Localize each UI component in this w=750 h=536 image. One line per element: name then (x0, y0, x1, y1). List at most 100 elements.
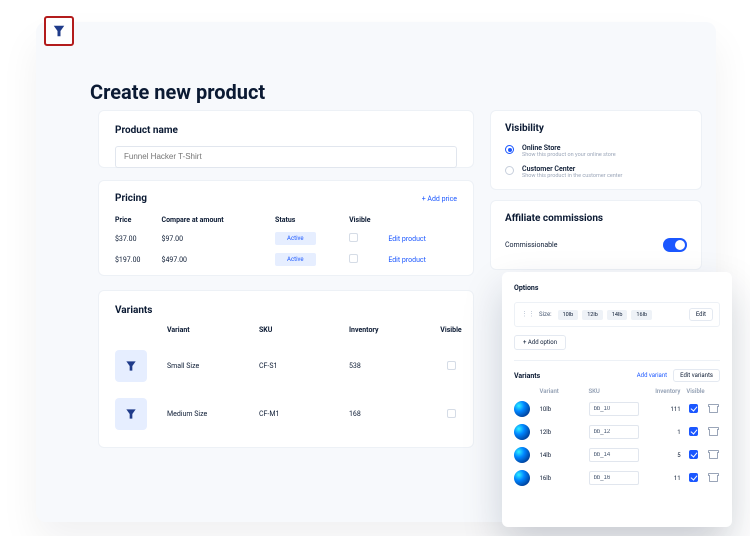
fv-variant-name: 12lb (540, 429, 583, 436)
fv-inventory: 11 (649, 475, 680, 482)
add-price-link[interactable]: + Add price (422, 195, 457, 203)
visible-col: Visible (349, 212, 388, 228)
fv-sku-col: SKU (588, 388, 643, 395)
compare-col: Compare at amount (162, 212, 276, 228)
fv-variant-name: 14lb (540, 452, 583, 459)
fv-sku-input[interactable] (589, 471, 639, 485)
funnel-icon (123, 358, 139, 374)
variant-thumb (115, 350, 147, 382)
visibility-option-desc: Show this product in the customer center (522, 173, 622, 180)
variant-inv: 538 (349, 362, 433, 370)
compare-value: $97.00 (162, 228, 276, 249)
price-value: $37.00 (115, 228, 162, 249)
product-name-card: Product name (98, 110, 474, 168)
add-option-button[interactable]: + Add option (514, 335, 566, 350)
funnel-icon (50, 22, 68, 40)
visibility-option-label: Customer Center (522, 165, 622, 173)
radio-selected-icon[interactable] (505, 145, 514, 154)
option-chip: 12lb (582, 310, 603, 320)
fv-variant-name: 16lb (540, 475, 583, 482)
price-row: $197.00 $497.00 Active Edit product (115, 249, 457, 270)
fv-visible-checkbox[interactable] (689, 450, 698, 459)
variant-sku: CF-M1 (259, 410, 349, 418)
option-key: Size: (539, 311, 552, 318)
trash-icon[interactable] (709, 473, 718, 482)
status-badge: Active (275, 253, 316, 266)
edit-product-link[interactable]: Edit product (388, 235, 426, 243)
fv-sku-input[interactable] (589, 448, 639, 462)
variant-sku: CF-S1 (259, 362, 349, 370)
funnel-icon (123, 406, 139, 422)
pricing-title: Pricing (115, 193, 147, 204)
fv-visible-checkbox[interactable] (689, 404, 698, 413)
fv-variant-col: Variant (540, 388, 583, 395)
trash-icon[interactable] (709, 427, 718, 436)
affiliate-card: Affiliate commissions Commissionable (490, 200, 702, 270)
float-variant-row: 14lb 5 (514, 447, 720, 463)
visibility-option[interactable]: Online Store Show this product on your o… (505, 144, 687, 159)
variant-col: Variant (167, 326, 259, 334)
status-col: Status (275, 212, 349, 228)
status-badge: Active (275, 232, 316, 245)
options-title: Options (514, 284, 720, 292)
add-variant-link[interactable]: Add variant (637, 372, 667, 379)
variants-card: Variants Variant SKU Inventory Visible S… (98, 290, 474, 448)
fv-inventory: 5 (649, 452, 680, 459)
option-chip: 16lb (631, 310, 652, 320)
visibility-option[interactable]: Customer Center Show this product in the… (505, 165, 687, 180)
variant-row[interactable]: Medium Size CF-M1 168 (115, 392, 457, 436)
variant-name: Medium Size (167, 410, 259, 418)
visible-checkbox[interactable] (447, 361, 456, 370)
float-variants-title: Variants (514, 372, 540, 380)
price-value: $197.00 (115, 249, 162, 270)
commissionable-label: Commissionable (505, 241, 557, 249)
variant-row[interactable]: Small Size CF-S1 538 (115, 344, 457, 388)
fv-visible-checkbox[interactable] (689, 427, 698, 436)
visible-col: Visible (433, 326, 469, 334)
float-variant-row: 10lb 111 (514, 401, 720, 417)
visible-checkbox[interactable] (447, 409, 456, 418)
fv-variant-name: 10lb (540, 406, 583, 413)
fv-sku-input[interactable] (589, 425, 639, 439)
visibility-option-desc: Show this product on your online store (522, 152, 616, 159)
app-logo (44, 16, 74, 46)
edit-product-link[interactable]: Edit product (388, 256, 426, 264)
variant-avatar-icon (514, 424, 530, 440)
variant-avatar-icon (514, 470, 530, 486)
edit-variants-button[interactable]: Edit variants (673, 369, 720, 382)
fv-inventory: 1 (649, 429, 680, 436)
variants-title: Variants (115, 305, 457, 316)
radio-icon[interactable] (505, 166, 514, 175)
visible-checkbox[interactable] (349, 254, 358, 263)
commissionable-toggle[interactable] (663, 238, 687, 252)
float-variant-row: 16lb 11 (514, 470, 720, 486)
drag-handle-icon[interactable]: ⋮⋮ (521, 311, 535, 318)
fv-visible-checkbox[interactable] (689, 473, 698, 482)
option-chip: 14lb (607, 310, 628, 320)
price-row: $37.00 $97.00 Active Edit product (115, 228, 457, 249)
option-row[interactable]: ⋮⋮ Size: 10lb 12lb 14lb 16lb Edit (514, 302, 720, 327)
visibility-title: Visibility (505, 123, 687, 134)
visibility-card: Visibility Online Store Show this produc… (490, 110, 702, 190)
edit-option-button[interactable]: Edit (689, 308, 713, 321)
product-name-label: Product name (115, 125, 457, 136)
product-name-input[interactable] (115, 146, 457, 168)
float-variant-row: 12lb 1 (514, 424, 720, 440)
page-title: Create new product (90, 80, 265, 104)
visible-checkbox[interactable] (349, 233, 358, 242)
fv-sku-input[interactable] (589, 402, 639, 416)
pricing-card: Pricing + Add price Price Compare at amo… (98, 180, 474, 276)
options-variants-popover: Options ⋮⋮ Size: 10lb 12lb 14lb 16lb Edi… (502, 272, 732, 527)
inventory-col: Inventory (349, 326, 433, 334)
variant-avatar-icon (514, 447, 530, 463)
fv-inventory-col: Inventory (649, 388, 680, 395)
affiliate-title: Affiliate commissions (505, 213, 687, 224)
compare-value: $497.00 (162, 249, 276, 270)
variant-avatar-icon (514, 401, 530, 417)
variant-inv: 168 (349, 410, 433, 418)
trash-icon[interactable] (709, 404, 718, 413)
option-chip: 10lb (558, 310, 579, 320)
fv-inventory: 111 (649, 406, 680, 413)
trash-icon[interactable] (709, 450, 718, 459)
variant-name: Small Size (167, 362, 259, 370)
